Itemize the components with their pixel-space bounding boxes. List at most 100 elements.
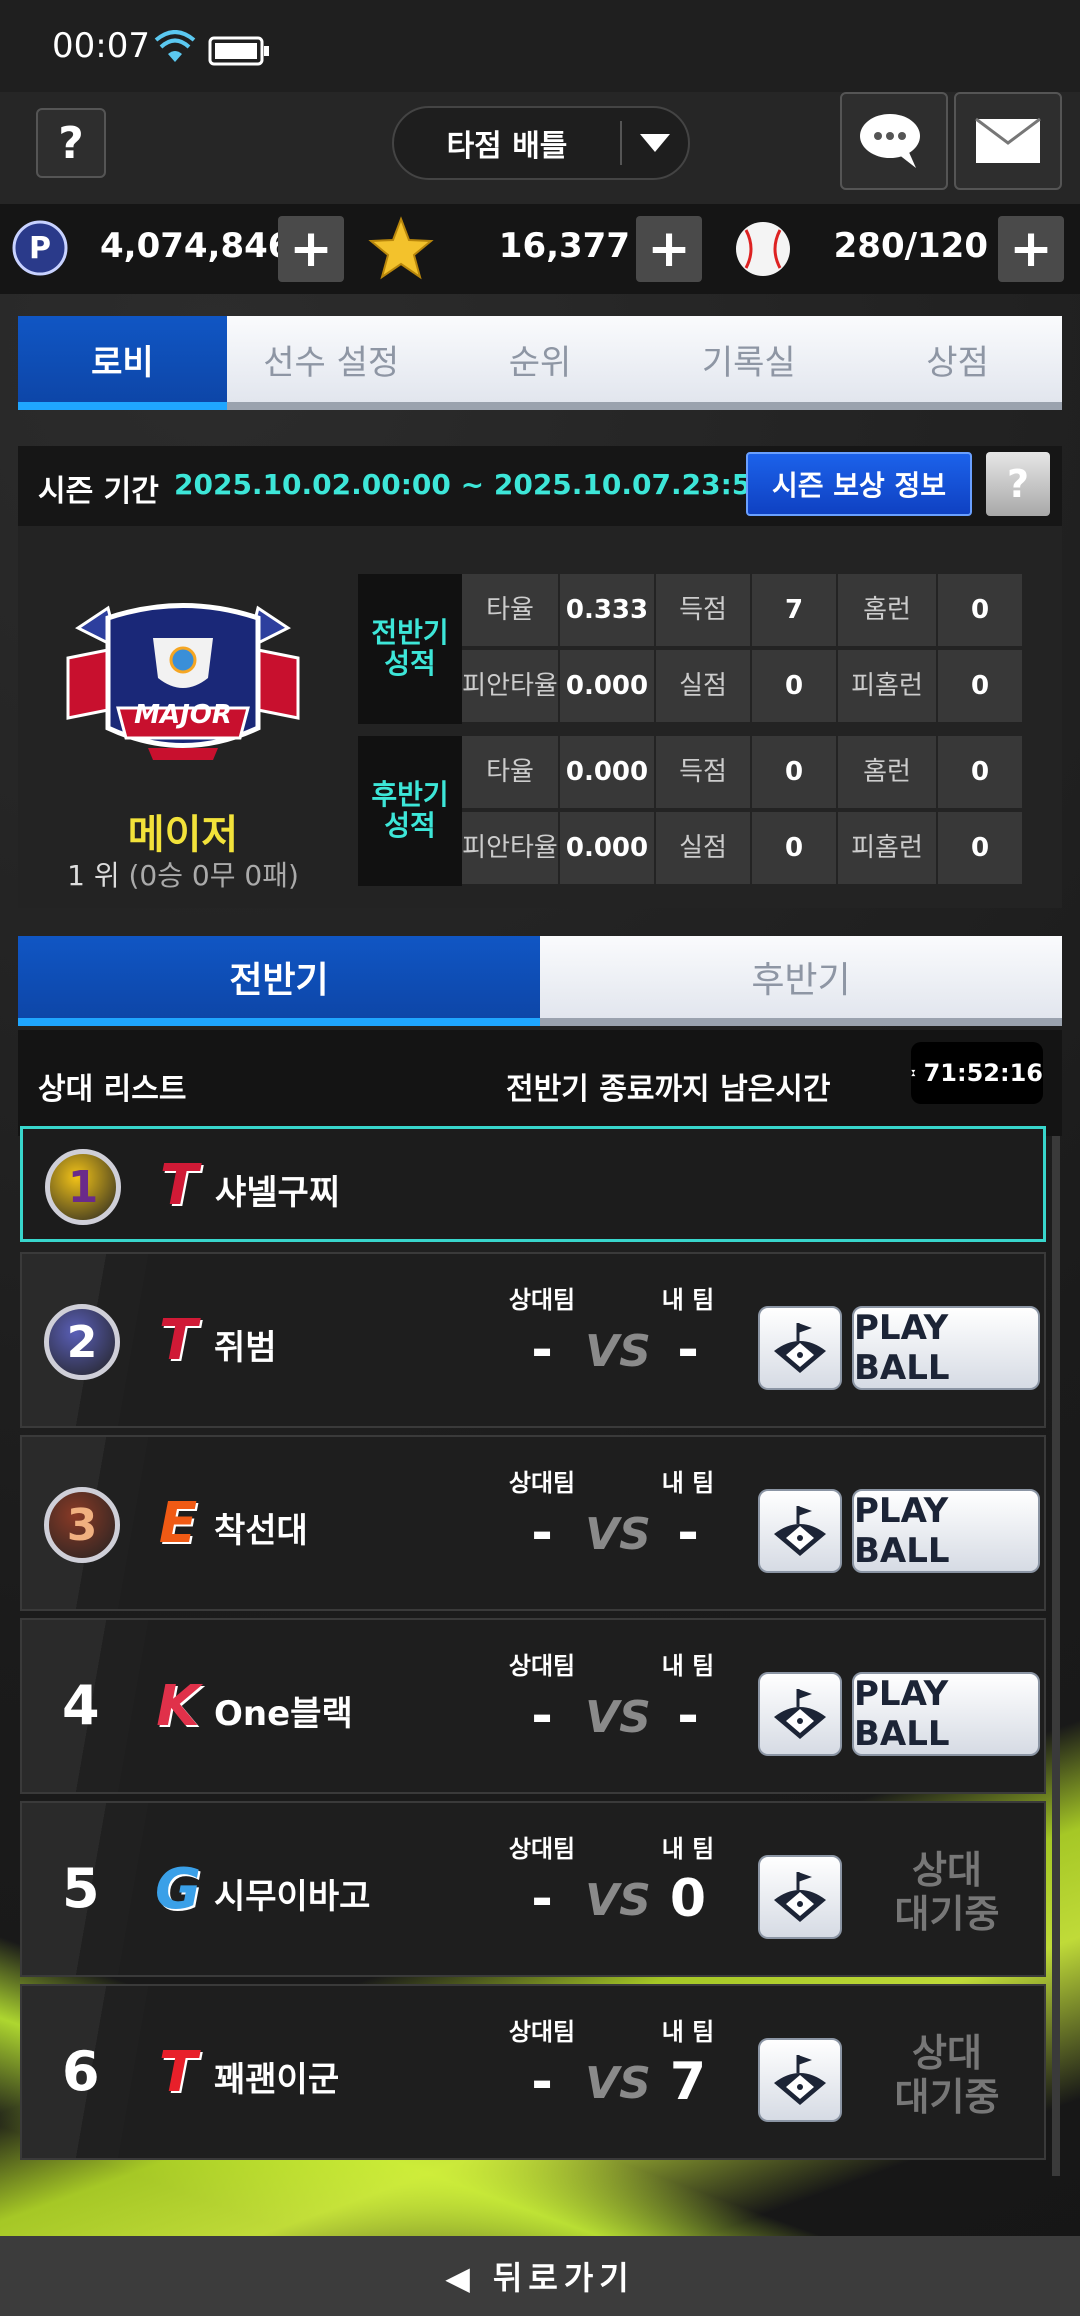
add-stars-button[interactable]: + bbox=[636, 216, 702, 282]
stat-label: 실점 bbox=[656, 650, 750, 722]
remaining-time-label: 전반기 종료까지 남은시간 bbox=[506, 1072, 831, 1107]
team-logo-icon: T bbox=[159, 1152, 199, 1218]
star-icon bbox=[368, 216, 434, 280]
team-logo-icon: K bbox=[156, 1673, 200, 1739]
opponent-score: - bbox=[531, 1869, 553, 1929]
my-score-label: 내 팀 bbox=[661, 1652, 715, 1680]
my-score: 0 bbox=[669, 1869, 707, 1929]
stat-label: 득점 bbox=[656, 574, 750, 646]
tab-second-half[interactable]: 후반기 bbox=[540, 936, 1062, 1018]
stat-label: 득점 bbox=[656, 736, 750, 808]
point-coin-icon: P bbox=[12, 220, 68, 276]
wifi-icon bbox=[154, 30, 196, 62]
stadium-button[interactable] bbox=[758, 1306, 842, 1390]
stadium-icon bbox=[774, 1323, 826, 1373]
add-balls-button[interactable]: + bbox=[998, 216, 1064, 282]
opponent-row: 6 T 꽤괜이군 상대팀 내 팀 - VS 7 상대 대기중 bbox=[20, 1984, 1046, 2160]
stadium-button[interactable] bbox=[758, 1489, 842, 1573]
stadium-icon bbox=[774, 1506, 826, 1556]
tab-player-settings[interactable]: 선수 설정 bbox=[227, 316, 436, 402]
waiting-status: 상대 대기중 bbox=[862, 2031, 1032, 2119]
opponent-score-label: 상대팀 bbox=[508, 1469, 576, 1497]
stadium-button[interactable] bbox=[758, 2038, 842, 2122]
tab-shop[interactable]: 상점 bbox=[853, 316, 1062, 402]
team-logo-icon: E bbox=[158, 1490, 198, 1556]
opponent-score: - bbox=[531, 1503, 553, 1563]
waiting-line1: 상대 bbox=[912, 2031, 982, 2075]
team-name: 착선대 bbox=[214, 1511, 308, 1551]
tab-ranking[interactable]: 순위 bbox=[436, 316, 645, 402]
stat-label: 피안타율 bbox=[462, 650, 558, 722]
tab-lobby[interactable]: 로비 bbox=[18, 316, 227, 410]
stat-label: 홈런 bbox=[838, 736, 936, 808]
opponent-list-scrollbar[interactable] bbox=[1052, 1136, 1060, 2176]
stadium-button[interactable] bbox=[758, 1672, 842, 1756]
stat-value: 7 bbox=[752, 574, 836, 646]
tab-first-half[interactable]: 전반기 bbox=[18, 936, 540, 1026]
points-value: 4,074,846 bbox=[100, 226, 292, 266]
stadium-button[interactable] bbox=[758, 1855, 842, 1939]
stadium-icon bbox=[774, 1689, 826, 1739]
stat-value: 0 bbox=[938, 650, 1022, 722]
rank-number: 5 bbox=[62, 1857, 100, 1920]
help-label: ? bbox=[58, 117, 84, 169]
status-time: 00:07 bbox=[52, 26, 150, 66]
emblem-major-text: MAJOR bbox=[134, 700, 232, 730]
play-ball-button[interactable]: PLAY BALL bbox=[852, 1489, 1040, 1573]
tab-records[interactable]: 기록실 bbox=[644, 316, 853, 402]
play-ball-button[interactable]: PLAY BALL bbox=[852, 1306, 1040, 1390]
opponent-list-header: 상대 리스트 전반기 종료까지 남은시간 71:52:16 bbox=[18, 1030, 1062, 1136]
my-score: - bbox=[677, 1320, 699, 1380]
rank-medal-icon: 1 bbox=[45, 1149, 121, 1225]
opponent-score: - bbox=[531, 1686, 553, 1746]
opponent-row: 2 T 쥐범 상대팀 내 팀 - VS - PLAY BALL bbox=[20, 1252, 1046, 1428]
chevron-down-icon bbox=[622, 134, 688, 152]
stat-value: 0.000 bbox=[560, 812, 654, 884]
my-score-label: 내 팀 bbox=[661, 1835, 715, 1863]
back-button[interactable]: ◀ 뒤로가기 bbox=[0, 2236, 1080, 2316]
play-ball-button[interactable]: PLAY BALL bbox=[852, 1672, 1040, 1756]
season-help-button[interactable]: ? bbox=[986, 452, 1050, 516]
opponent-score-label: 상대팀 bbox=[508, 2018, 576, 2046]
season-reward-button[interactable]: 시즌 보상 정보 bbox=[746, 452, 972, 516]
second-half-label: 후반기 성적 bbox=[358, 736, 462, 886]
second-half-label-line1: 후반기 bbox=[371, 778, 449, 812]
team-name: 시무이바고 bbox=[214, 1877, 371, 1917]
team-name: One블랙 bbox=[214, 1694, 353, 1734]
waiting-line1: 상대 bbox=[912, 1848, 982, 1892]
stat-value: 0 bbox=[938, 574, 1022, 646]
opponent-score: - bbox=[531, 1320, 553, 1380]
season-label: 시즌 기간 bbox=[38, 474, 159, 509]
stats-panel: MAJOR 메이저 1 위 (0승 0무 0패) 전반기 성적 후반기 성적 타… bbox=[18, 526, 1062, 908]
opponent-score-label: 상대팀 bbox=[508, 1835, 576, 1863]
stat-value: 0 bbox=[752, 650, 836, 722]
major-league-emblem-icon: MAJOR bbox=[66, 603, 300, 760]
waiting-line2: 대기중 bbox=[894, 2074, 1000, 2119]
stat-value: 0.000 bbox=[560, 736, 654, 808]
my-score-label: 내 팀 bbox=[661, 1469, 715, 1497]
stat-value: 0.333 bbox=[560, 574, 654, 646]
opponent-row: 5 G 시무이바고 상대팀 내 팀 - VS 0 상대 대기중 bbox=[20, 1801, 1046, 1977]
mode-selector[interactable]: 타점 배틀 bbox=[392, 106, 690, 180]
help-button[interactable]: ? bbox=[36, 108, 106, 178]
stat-label: 홈런 bbox=[838, 574, 936, 646]
tier-rank-position: 1 위 bbox=[67, 859, 120, 892]
opponent-list-title: 상대 리스트 bbox=[38, 1072, 187, 1107]
opponent-row: 1 T 샤넬구찌 bbox=[20, 1126, 1046, 1242]
chat-button[interactable] bbox=[840, 92, 948, 190]
battery-icon bbox=[208, 36, 269, 66]
season-period: 2025.10.02.00:00 ~ 2025.10.07.23:59 bbox=[174, 468, 771, 501]
add-points-button[interactable]: + bbox=[278, 216, 344, 282]
team-name: 꽤괜이군 bbox=[214, 2060, 340, 2100]
timer-value: 71:52:16 bbox=[923, 1059, 1043, 1087]
tier-name: 메이저 bbox=[127, 812, 239, 858]
rank-number: 6 bbox=[62, 2040, 100, 2103]
tier-rank: 1 위 (0승 0무 0패) bbox=[18, 854, 348, 894]
team-name: 쥐범 bbox=[214, 1328, 277, 1368]
mail-button[interactable] bbox=[954, 92, 1062, 190]
period-tabs: 전반기 후반기 bbox=[18, 936, 1062, 1026]
rank-medal-icon: 2 bbox=[44, 1304, 120, 1380]
balls-value: 280/120 bbox=[833, 226, 988, 266]
stat-value: 0 bbox=[938, 736, 1022, 808]
team-logo-icon: T bbox=[158, 2039, 198, 2105]
